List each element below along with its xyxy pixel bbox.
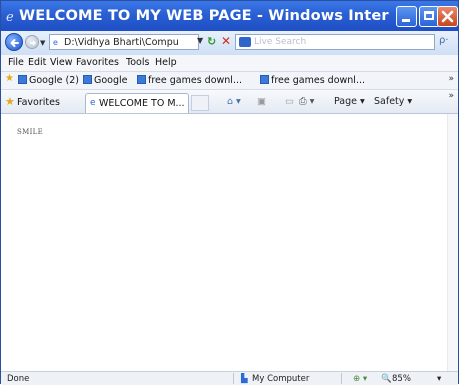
page-menu-label: Page	[334, 96, 357, 107]
page-text-smile: SMILE	[17, 128, 43, 136]
safety-menu-label: Safety	[374, 96, 405, 107]
menu-view[interactable]: View	[50, 57, 73, 68]
minimize-icon	[402, 19, 410, 22]
tab-bar: ★ Favorites e WELCOME TO M... ⌂ ▾ ▣ ▭ ⎙ …	[1, 90, 458, 114]
address-toolbar: ▼ e D:\Vidhya Bharti\Compu ▼ ↻ ✕ Live Se…	[1, 31, 458, 56]
google-icon	[260, 75, 269, 84]
maximize-icon	[424, 11, 434, 20]
search-input[interactable]: Live Search	[235, 34, 435, 50]
menu-tools[interactable]: Tools	[126, 57, 149, 68]
protected-mode-icon[interactable]: ⊕ ▾	[353, 374, 367, 384]
close-button[interactable]	[437, 6, 458, 27]
svg-text:e: e	[6, 10, 14, 23]
live-search-icon	[239, 37, 251, 47]
links-bar: ★ Google (2) Google free games downl... …	[1, 72, 458, 90]
menu-favorites[interactable]: Favorites	[76, 57, 119, 68]
forward-button[interactable]	[25, 35, 39, 49]
stop-icon[interactable]: ✕	[221, 34, 231, 48]
safety-menu-button[interactable]: Safety ▾	[374, 96, 412, 107]
address-field[interactable]: e D:\Vidhya Bharti\Compu	[49, 34, 199, 50]
link-label: free games downl...	[271, 75, 366, 86]
computer-icon: ▙	[241, 374, 248, 384]
menu-file[interactable]: File	[8, 57, 24, 68]
status-bar: Done ▙ My Computer ⊕ ▾ 🔍 85% ▾	[1, 371, 458, 385]
feeds-icon[interactable]: ▣	[257, 96, 266, 107]
vertical-scrollbar[interactable]	[447, 114, 458, 371]
tab-title: WELCOME TO M...	[99, 98, 185, 109]
favorites-star-icon: ★	[5, 95, 15, 108]
new-tab-button[interactable]	[191, 95, 209, 111]
status-text: Done	[7, 374, 30, 384]
more-links-chevron-icon[interactable]: »	[448, 74, 454, 84]
page-ie-icon: e	[53, 38, 58, 47]
title-bar: e WELCOME TO MY WEB PAGE - Windows Inter…	[1, 1, 458, 31]
menu-edit[interactable]: Edit	[28, 57, 46, 68]
status-divider	[233, 373, 234, 384]
google-icon	[137, 75, 146, 84]
address-dropdown-icon[interactable]: ▼	[197, 36, 206, 48]
security-zone: My Computer	[252, 374, 310, 384]
tab-welcome[interactable]: e WELCOME TO M...	[85, 93, 189, 113]
back-arrow-icon	[10, 39, 19, 47]
link-label: Google	[94, 75, 128, 86]
link-free-games-1[interactable]: free games downl...	[137, 75, 242, 86]
menu-bar: File Edit View Favorites Tools Help	[1, 55, 458, 72]
recent-pages-dropdown[interactable]: ▼	[40, 39, 45, 47]
page-content: SMILE	[1, 114, 458, 371]
status-divider	[341, 373, 342, 384]
favorites-button[interactable]: Favorites	[17, 97, 60, 108]
read-mail-icon[interactable]: ▭	[285, 96, 294, 107]
browser-window: e WELCOME TO MY WEB PAGE - Windows Inter…	[0, 0, 459, 385]
google-icon	[83, 75, 92, 84]
search-icon[interactable]: ρ·	[439, 35, 449, 46]
ie-logo-icon: e	[5, 8, 19, 25]
window-title: WELCOME TO MY WEB PAGE - Windows Interne…	[19, 7, 389, 24]
link-label: free games downl...	[148, 75, 243, 86]
link-google[interactable]: Google	[83, 75, 128, 86]
zoom-level[interactable]: 85%	[392, 374, 411, 384]
link-free-games-2[interactable]: free games downl...	[260, 75, 365, 86]
zoom-icon: 🔍	[381, 374, 392, 384]
search-placeholder: Live Search	[254, 37, 307, 47]
forward-arrow-icon	[30, 40, 36, 46]
close-icon	[441, 10, 454, 23]
back-button[interactable]	[5, 33, 23, 51]
home-icon[interactable]: ⌂ ▾	[227, 96, 241, 107]
minimize-button[interactable]	[396, 6, 417, 27]
more-commands-chevron-icon[interactable]: »	[448, 91, 454, 101]
address-text: D:\Vidhya Bharti\Compu	[64, 37, 179, 48]
print-icon[interactable]: ⎙ ▾	[299, 96, 314, 107]
add-favorite-icon[interactable]: ★	[5, 73, 14, 84]
link-label: Google (2)	[29, 75, 79, 86]
link-google-2[interactable]: Google (2)	[18, 75, 79, 86]
page-menu-button[interactable]: Page ▾	[334, 96, 365, 107]
menu-help[interactable]: Help	[155, 57, 177, 68]
zoom-dropdown-icon[interactable]: ▾	[437, 374, 441, 384]
google-icon	[18, 75, 27, 84]
refresh-icon[interactable]: ↻	[207, 35, 216, 48]
tab-ie-icon: e	[90, 98, 96, 108]
